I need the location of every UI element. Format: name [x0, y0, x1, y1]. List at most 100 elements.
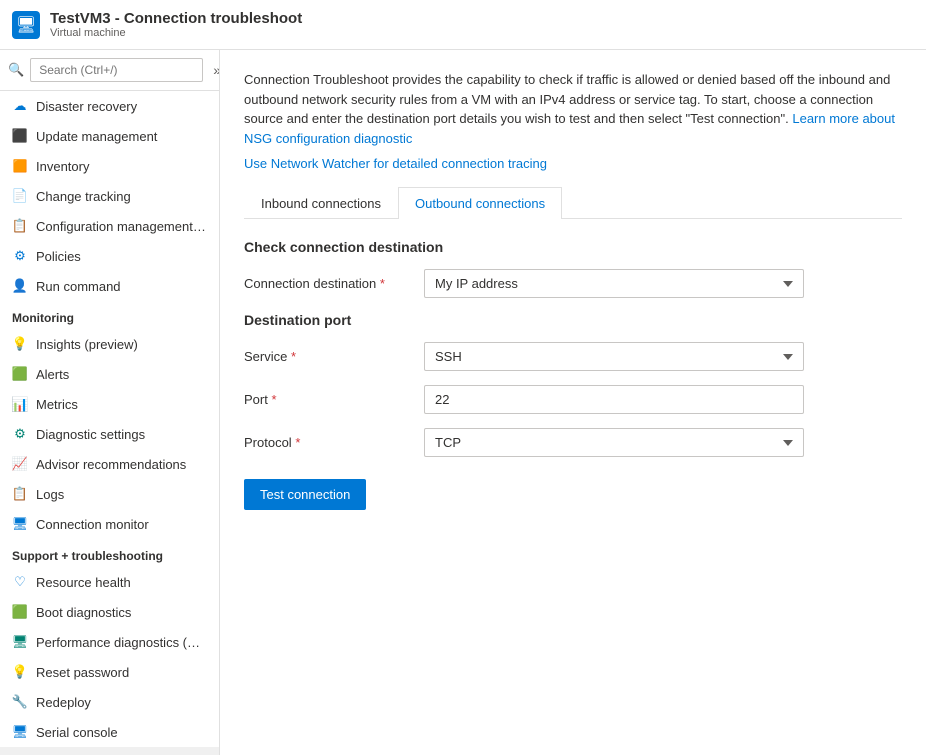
test-connection-button[interactable]: Test connection	[244, 479, 366, 510]
advisor-icon: 📈	[12, 456, 28, 472]
sidebar-item-advisor-recommendations[interactable]: 📈 Advisor recommendations	[0, 449, 219, 479]
sidebar-label-performance-diagnostics: Performance diagnostics (Pr...	[36, 635, 207, 650]
sidebar-label-serial-console: Serial console	[36, 725, 118, 740]
sidebar-item-resource-health[interactable]: ♡ Resource health	[0, 567, 219, 597]
diagnostic-icon: ⚙	[12, 426, 28, 442]
sidebar-label-update-management: Update management	[36, 129, 157, 144]
sidebar-item-logs[interactable]: 📋 Logs	[0, 479, 219, 509]
logs-icon: 📋	[12, 486, 28, 502]
sidebar-label-logs: Logs	[36, 487, 64, 502]
sidebar-item-disaster-recovery[interactable]: ☁ Disaster recovery	[0, 91, 219, 121]
sidebar-label-diagnostic-settings: Diagnostic settings	[36, 427, 145, 442]
support-section-label: Support + troubleshooting	[0, 539, 219, 567]
port-required: *	[271, 392, 276, 407]
sidebar-item-change-tracking[interactable]: 📄 Change tracking	[0, 181, 219, 211]
port-control	[424, 385, 804, 414]
collapse-button[interactable]: »	[209, 60, 220, 80]
serial-console-icon: 🖥	[12, 724, 28, 740]
service-control: SSH HTTP HTTPS RDP Custom	[424, 342, 804, 371]
sidebar-item-metrics[interactable]: 📊 Metrics	[0, 389, 219, 419]
connection-destination-control: My IP address Custom	[424, 269, 804, 298]
check-connection-title: Check connection destination	[244, 239, 902, 255]
sidebar-item-insights[interactable]: 💡 Insights (preview)	[0, 329, 219, 359]
port-label: Port *	[244, 392, 424, 407]
service-label: Service *	[244, 349, 424, 364]
resource-health-icon: ♡	[12, 574, 28, 590]
sidebar-label-inventory: Inventory	[36, 159, 89, 174]
boot-diagnostics-icon: 🟩	[12, 604, 28, 620]
sidebar-label-config-management: Configuration management ...	[36, 219, 207, 234]
title-bar: 🖥 TestVM3 - Connection troubleshoot Virt…	[0, 0, 926, 50]
page-subtitle: Virtual machine	[50, 27, 302, 39]
sidebar-item-run-command[interactable]: 👤 Run command	[0, 271, 219, 301]
search-input[interactable]	[30, 58, 203, 82]
sidebar-item-connection-troubleshoot[interactable]: 🖥 Connection troubleshoot	[0, 747, 219, 755]
sidebar-item-config-management[interactable]: 📋 Configuration management ...	[0, 211, 219, 241]
insights-icon: 💡	[12, 336, 28, 352]
sidebar-label-metrics: Metrics	[36, 397, 78, 412]
sidebar-label-alerts: Alerts	[36, 367, 69, 382]
service-required: *	[291, 349, 296, 364]
sidebar-item-serial-console[interactable]: 🖥 Serial console	[0, 717, 219, 747]
update-icon: ⬛	[12, 128, 28, 144]
sidebar-search-bar: 🔍 »	[0, 50, 219, 91]
sidebar-item-inventory[interactable]: 🟧 Inventory	[0, 151, 219, 181]
sidebar-label-connection-monitor: Connection monitor	[36, 517, 149, 532]
sidebar-label-run-command: Run command	[36, 279, 121, 294]
search-icon: 🔍	[8, 62, 24, 78]
main-layout: 🔍 » ☁ Disaster recovery ⬛ Update managem…	[0, 50, 926, 755]
sidebar-item-diagnostic-settings[interactable]: ⚙ Diagnostic settings	[0, 419, 219, 449]
policies-icon: ⚙	[12, 248, 28, 264]
reset-password-icon: 💡	[12, 664, 28, 680]
connection-destination-label: Connection destination *	[244, 276, 424, 291]
sidebar-label-reset-password: Reset password	[36, 665, 129, 680]
sidebar-item-performance-diagnostics[interactable]: 🖥 Performance diagnostics (Pr...	[0, 627, 219, 657]
description-text: Connection Troubleshoot provides the cap…	[244, 70, 902, 148]
vm-icon: 🖥	[12, 11, 40, 39]
sidebar-label-advisor-recommendations: Advisor recommendations	[36, 457, 186, 472]
sidebar-item-reset-password[interactable]: 💡 Reset password	[0, 657, 219, 687]
tab-outbound[interactable]: Outbound connections	[398, 187, 562, 219]
sidebar-item-policies[interactable]: ⚙ Policies	[0, 241, 219, 271]
sidebar-item-update-management[interactable]: ⬛ Update management	[0, 121, 219, 151]
alerts-icon: 🟩	[12, 366, 28, 382]
sidebar-label-boot-diagnostics: Boot diagnostics	[36, 605, 131, 620]
service-row: Service * SSH HTTP HTTPS RDP Custom	[244, 342, 902, 371]
sidebar-label-disaster-recovery: Disaster recovery	[36, 99, 137, 114]
sidebar-item-alerts[interactable]: 🟩 Alerts	[0, 359, 219, 389]
sidebar-item-redeploy[interactable]: 🔧 Redeploy	[0, 687, 219, 717]
network-watcher-link[interactable]: Use Network Watcher for detailed connect…	[244, 156, 902, 171]
connection-destination-row: Connection destination * My IP address C…	[244, 269, 902, 298]
title-bar-text: TestVM3 - Connection troubleshoot Virtua…	[50, 10, 302, 39]
sidebar-content: ☁ Disaster recovery ⬛ Update management …	[0, 91, 219, 755]
redeploy-icon: 🔧	[12, 694, 28, 710]
protocol-control: TCP UDP	[424, 428, 804, 457]
service-select[interactable]: SSH HTTP HTTPS RDP Custom	[424, 342, 804, 371]
tab-inbound[interactable]: Inbound connections	[244, 187, 398, 219]
port-input[interactable]	[424, 385, 804, 414]
protocol-label: Protocol *	[244, 435, 424, 450]
main-content: Connection Troubleshoot provides the cap…	[220, 50, 926, 755]
sidebar-item-connection-monitor[interactable]: 🖥 Connection monitor	[0, 509, 219, 539]
run-command-icon: 👤	[12, 278, 28, 294]
sidebar-label-insights: Insights (preview)	[36, 337, 138, 352]
change-tracking-icon: 📄	[12, 188, 28, 204]
sidebar-label-redeploy: Redeploy	[36, 695, 91, 710]
sidebar-item-boot-diagnostics[interactable]: 🟩 Boot diagnostics	[0, 597, 219, 627]
protocol-select[interactable]: TCP UDP	[424, 428, 804, 457]
connection-destination-select[interactable]: My IP address Custom	[424, 269, 804, 298]
sidebar-label-resource-health: Resource health	[36, 575, 131, 590]
sidebar-label-policies: Policies	[36, 249, 81, 264]
monitoring-section-label: Monitoring	[0, 301, 219, 329]
page-title: TestVM3 - Connection troubleshoot	[50, 10, 302, 27]
config-icon: 📋	[12, 218, 28, 234]
protocol-row: Protocol * TCP UDP	[244, 428, 902, 457]
sidebar: 🔍 » ☁ Disaster recovery ⬛ Update managem…	[0, 50, 220, 755]
metrics-icon: 📊	[12, 396, 28, 412]
protocol-required: *	[295, 435, 300, 450]
connection-destination-required: *	[380, 276, 385, 291]
tabs-container: Inbound connections Outbound connections	[244, 187, 902, 219]
sidebar-label-change-tracking: Change tracking	[36, 189, 131, 204]
cloud-icon: ☁	[12, 98, 28, 114]
performance-diagnostics-icon: 🖥	[12, 634, 28, 650]
